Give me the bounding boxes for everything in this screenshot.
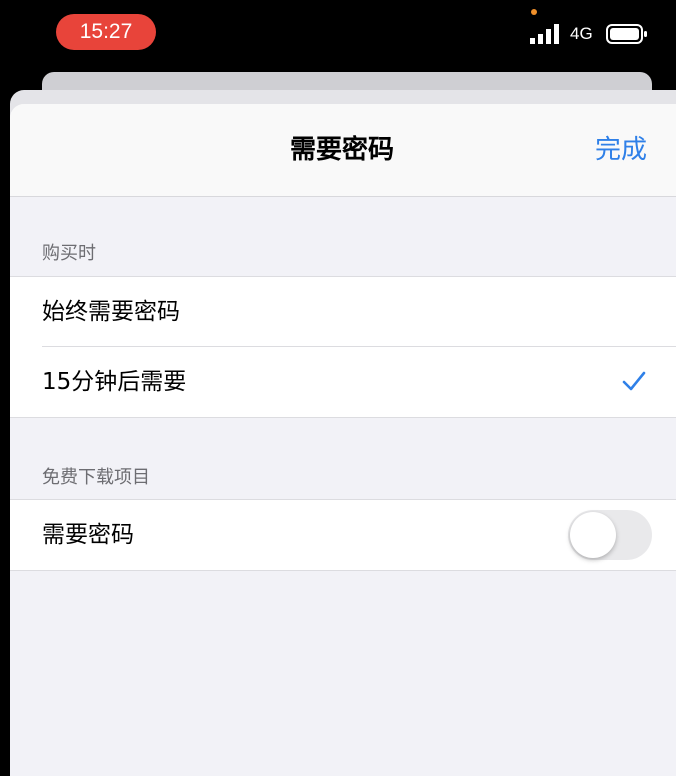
option-label: 15分钟后需要: [42, 369, 187, 395]
option-require-after-15-min[interactable]: 15分钟后需要: [10, 347, 676, 417]
section-header-purchase: 购买时: [42, 243, 96, 264]
row-label: 需要密码: [42, 522, 134, 548]
section-header-free-downloads: 免费下载项目: [42, 467, 150, 488]
option-label: 始终需要密码: [42, 299, 180, 325]
done-button[interactable]: 完成: [595, 132, 647, 168]
checkmark-icon: [622, 371, 646, 391]
navigation-bar: 需要密码 完成: [10, 104, 676, 197]
page-title: 需要密码: [290, 135, 395, 165]
network-type: 4G: [570, 24, 593, 43]
cellular-signal-icon: [530, 24, 559, 44]
toggle-knob: [570, 512, 616, 558]
battery-icon: [606, 24, 647, 44]
require-password-row: 需要密码: [10, 500, 676, 570]
status-bar: 15:27 4G: [0, 0, 676, 66]
app-screen: 15:27 4G 需要密码 完成 购买时 始终需要密码 15分钟后需要 免费下载…: [0, 0, 676, 776]
require-password-toggle[interactable]: [568, 510, 652, 560]
purchase-options-group: 始终需要密码 15分钟后需要: [10, 276, 676, 418]
privacy-indicator-icon: [531, 9, 537, 15]
status-time: 15:27: [56, 14, 156, 50]
free-downloads-group: 需要密码: [10, 499, 676, 571]
modal-sheet: 需要密码 完成 购买时 始终需要密码 15分钟后需要 免费下载项目 需要密码: [10, 104, 676, 776]
option-always-require[interactable]: 始终需要密码: [10, 277, 676, 347]
